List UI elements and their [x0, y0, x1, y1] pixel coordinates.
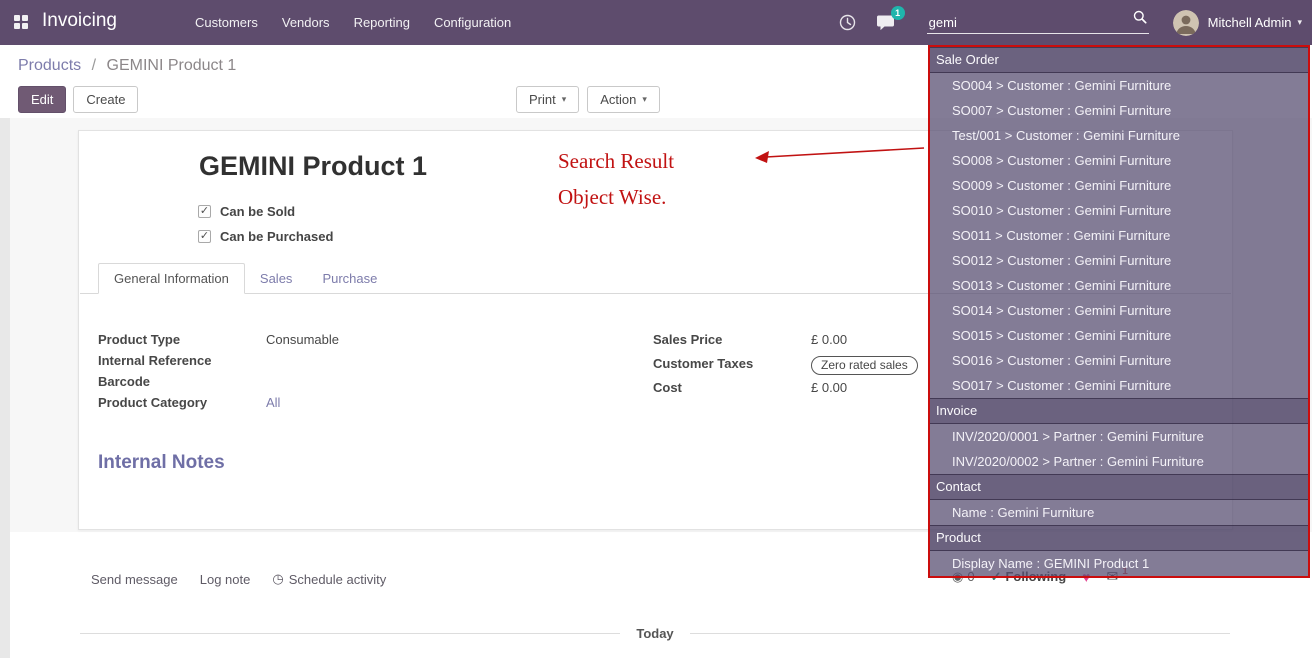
caret-down-icon: ▾: [642, 94, 647, 105]
log-note-button[interactable]: Log note: [200, 571, 251, 587]
navbar-right: 1 Mitchell Admin ▾: [839, 0, 1302, 45]
result-group-sale-order: Sale Order: [930, 47, 1308, 73]
user-avatar[interactable]: [1173, 10, 1199, 36]
field-value: [266, 353, 270, 368]
send-message-button[interactable]: Send message: [91, 571, 178, 587]
search-result-item[interactable]: SO007 > Customer : Gemini Furniture: [930, 98, 1308, 123]
menu-reporting[interactable]: Reporting: [354, 15, 410, 30]
search-result-item[interactable]: SO014 > Customer : Gemini Furniture: [930, 298, 1308, 323]
result-group-invoice: Invoice: [930, 398, 1308, 424]
action-buttons: Print ▾ Action ▾: [516, 86, 660, 113]
messages-icon[interactable]: 1: [876, 14, 895, 31]
navbar-search: [927, 12, 1149, 34]
breadcrumb-separator: /: [92, 57, 96, 74]
left-scroll-strip[interactable]: [0, 118, 10, 658]
annotation-text: Search Result Object Wise.: [558, 143, 674, 215]
user-menu-caret-icon[interactable]: ▾: [1297, 17, 1302, 28]
print-label: Print: [529, 92, 556, 107]
can-be-purchased-checkbox[interactable]: ✓: [198, 230, 211, 243]
search-result-item[interactable]: SO011 > Customer : Gemini Furniture: [930, 223, 1308, 248]
search-result-item[interactable]: Test/001 > Customer : Gemini Furniture: [930, 123, 1308, 148]
search-input[interactable]: [927, 12, 1123, 33]
product-flags: ✓ Can be Sold ✓ Can be Purchased: [198, 204, 333, 254]
menu-vendors[interactable]: Vendors: [282, 15, 330, 30]
product-title: GEMINI Product 1: [199, 151, 427, 182]
checkbox-row: ✓ Can be Purchased: [198, 229, 333, 244]
result-group-contact: Contact: [930, 474, 1308, 500]
schedule-activity-label: Schedule activity: [289, 572, 387, 587]
action-label: Action: [600, 92, 636, 107]
search-result-item[interactable]: SO009 > Customer : Gemini Furniture: [930, 173, 1308, 198]
tab-purchase[interactable]: Purchase: [307, 263, 392, 293]
can-be-purchased-label: Can be Purchased: [220, 229, 333, 244]
search-result-item[interactable]: SO008 > Customer : Gemini Furniture: [930, 148, 1308, 173]
annotation-arrow: [752, 139, 930, 166]
fields-left: Product TypeConsumableInternal Reference…: [98, 332, 628, 416]
field-label: Sales Price: [653, 332, 811, 347]
app-name[interactable]: Invoicing: [42, 10, 117, 32]
clock-icon: ◷: [272, 571, 283, 587]
search-result-item[interactable]: Name : Gemini Furniture: [930, 500, 1308, 525]
field-label: Product Type: [98, 332, 266, 347]
field-label: Cost: [653, 380, 811, 395]
search-results-dropdown: Sale OrderSO004 > Customer : Gemini Furn…: [928, 45, 1310, 578]
activities-clock-icon[interactable]: [839, 14, 856, 31]
field-label: Barcode: [98, 374, 266, 389]
search-result-item[interactable]: SO010 > Customer : Gemini Furniture: [930, 198, 1308, 223]
internal-notes-heading: Internal Notes: [98, 452, 225, 474]
search-result-item[interactable]: SO017 > Customer : Gemini Furniture: [930, 373, 1308, 398]
message-count-badge: 1: [891, 6, 905, 20]
tab-general-information[interactable]: General Information: [98, 263, 245, 294]
search-result-item[interactable]: SO004 > Customer : Gemini Furniture: [930, 73, 1308, 98]
breadcrumb: Products / GEMINI Product 1: [18, 57, 236, 75]
top-navbar: Invoicing Customers Vendors Reporting Confi…: [0, 0, 1312, 45]
search-result-item[interactable]: SO012 > Customer : Gemini Furniture: [930, 248, 1308, 273]
schedule-activity-button[interactable]: ◷ Schedule activity: [272, 571, 386, 587]
menu-configuration[interactable]: Configuration: [434, 15, 511, 30]
search-result-item[interactable]: SO016 > Customer : Gemini Furniture: [930, 348, 1308, 373]
field-row-product-category: Product CategoryAll: [98, 395, 628, 414]
record-buttons: Edit Create: [18, 86, 138, 113]
app-window: Invoicing Customers Vendors Reporting Confi…: [0, 0, 1312, 658]
caret-down-icon: ▾: [562, 94, 567, 105]
annotation-line-1: Search Result: [558, 143, 674, 179]
annotation-line-2: Object Wise.: [558, 179, 674, 215]
action-dropdown-button[interactable]: Action ▾: [587, 86, 660, 113]
search-result-item[interactable]: SO013 > Customer : Gemini Furniture: [930, 273, 1308, 298]
today-label: Today: [620, 626, 689, 641]
field-label: Internal Reference: [98, 353, 266, 368]
field-row-internal-reference: Internal Reference: [98, 353, 628, 372]
field-row-product-type: Product TypeConsumable: [98, 332, 628, 351]
result-group-product: Product: [930, 525, 1308, 551]
field-label: Customer Taxes: [653, 356, 811, 371]
search-result-item[interactable]: Display Name : GEMINI Product 1: [930, 551, 1308, 576]
checkbox-row: ✓ Can be Sold: [198, 204, 333, 219]
field-value-link[interactable]: All: [266, 395, 280, 410]
field-value: [266, 374, 270, 389]
chatter-actions: Send message Log note ◷ Schedule activit…: [91, 571, 386, 587]
field-value: Consumable: [266, 332, 339, 347]
today-divider: Today: [80, 626, 1230, 641]
field-row-barcode: Barcode: [98, 374, 628, 393]
search-result-item[interactable]: INV/2020/0002 > Partner : Gemini Furnitu…: [930, 449, 1308, 474]
menu-customers[interactable]: Customers: [195, 15, 258, 30]
breadcrumb-products-link[interactable]: Products: [18, 57, 81, 74]
field-value: £ 0.00: [811, 332, 847, 347]
search-result-item[interactable]: SO015 > Customer : Gemini Furniture: [930, 323, 1308, 348]
apps-grid-icon[interactable]: [13, 14, 29, 35]
field-label: Product Category: [98, 395, 266, 410]
edit-button[interactable]: Edit: [18, 86, 66, 113]
print-dropdown-button[interactable]: Print ▾: [516, 86, 579, 113]
tab-sales[interactable]: Sales: [245, 263, 308, 293]
can-be-sold-label: Can be Sold: [220, 204, 295, 219]
user-menu[interactable]: Mitchell Admin: [1208, 15, 1292, 30]
tax-tag: Zero rated sales: [811, 356, 918, 375]
search-icon[interactable]: [1133, 10, 1147, 29]
breadcrumb-current: GEMINI Product 1: [107, 57, 237, 74]
search-result-item[interactable]: INV/2020/0001 > Partner : Gemini Furnitu…: [930, 424, 1308, 449]
create-button[interactable]: Create: [73, 86, 138, 113]
navbar-menus: Customers Vendors Reporting Configuration: [195, 0, 511, 45]
can-be-sold-checkbox[interactable]: ✓: [198, 205, 211, 218]
field-value: £ 0.00: [811, 380, 847, 395]
